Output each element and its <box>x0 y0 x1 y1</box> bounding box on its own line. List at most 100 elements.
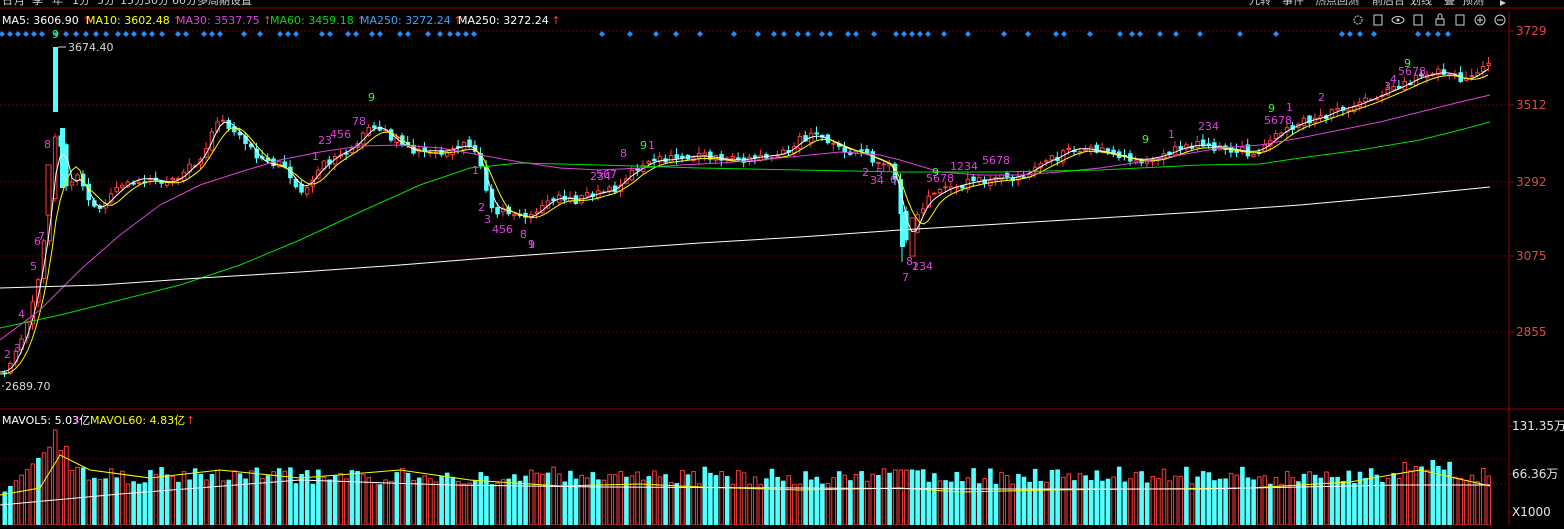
volume-bar <box>97 478 103 526</box>
volume-bar <box>114 477 120 526</box>
candle-body <box>1049 155 1055 161</box>
timeframe-tab[interactable]: 多周期 <box>197 0 230 7</box>
volume-bar <box>444 472 450 526</box>
volume-bar <box>248 470 254 526</box>
volume-bar <box>1240 466 1245 526</box>
toolbar-tool[interactable]: 叠 <box>1444 0 1455 7</box>
low-label: 2689.70 <box>5 380 51 393</box>
volume-bar <box>405 473 411 526</box>
volume-bar <box>1016 473 1021 526</box>
volume-bar <box>579 474 584 526</box>
candle-body <box>1144 161 1150 164</box>
volume-bar <box>534 472 540 526</box>
right-toolbar: 九转 事件 热点回测 前后台 划线 叠预测 <box>1249 0 1506 7</box>
volume-bar <box>562 481 568 526</box>
volume-bar <box>1111 476 1116 526</box>
candle-body <box>226 120 231 129</box>
volume-bar <box>24 469 30 526</box>
volume-bar <box>1413 465 1419 526</box>
volume-bar <box>696 483 702 526</box>
volume-bar <box>1312 474 1318 526</box>
volume-bar <box>47 446 52 526</box>
td-seq-label: 8 <box>620 147 627 160</box>
candle-body <box>859 149 864 152</box>
volume-bar <box>708 472 713 526</box>
volume-bar <box>327 479 332 526</box>
volume-bar <box>752 476 758 526</box>
timeframe-tab[interactable]: 年 <box>52 0 63 7</box>
toolbar-tool[interactable]: 热点回测 <box>1315 0 1359 7</box>
candle-body <box>1083 149 1088 152</box>
candle-body <box>1469 75 1475 78</box>
timeframe-tab[interactable]: 季 <box>32 0 43 7</box>
volume-bar <box>820 483 825 526</box>
volume-bar <box>366 477 372 526</box>
volume-bar <box>663 474 668 526</box>
volume-bar <box>332 475 338 526</box>
candle-body <box>881 163 887 166</box>
volume-bar <box>568 470 573 526</box>
timeframe-tab[interactable]: 5分 <box>97 0 115 7</box>
volume-bar <box>164 474 170 526</box>
volume-bar <box>1380 481 1385 526</box>
td-seq-label: 9 <box>640 139 647 152</box>
volume-bar <box>993 483 999 526</box>
candle-body <box>136 182 142 185</box>
volume-bar <box>1150 475 1156 526</box>
candle-body <box>1273 133 1279 139</box>
candle-body <box>467 139 472 148</box>
ma-legend-item: MA60: 3459.18 <box>270 14 354 27</box>
timeframe-tab[interactable]: 30分 <box>144 0 169 7</box>
volume-bar <box>713 475 719 526</box>
volume-bar <box>551 466 556 526</box>
candle-body <box>1486 62 1491 66</box>
volume-bar <box>36 457 41 526</box>
volume-bar <box>349 470 355 526</box>
ma-legend-item: MA250: 3272.24 <box>360 14 451 27</box>
volume-bar <box>1469 474 1475 526</box>
volume-bar <box>629 475 635 526</box>
timeframe-tab[interactable]: 60分 <box>172 0 197 7</box>
toolbar-tool[interactable]: 前后台 <box>1372 0 1405 7</box>
candle-body <box>495 207 500 215</box>
volume-bar <box>1178 475 1184 526</box>
toolbar-tool[interactable]: 划线 <box>1410 0 1432 7</box>
volume-bar <box>254 467 260 526</box>
candle-body <box>1480 65 1486 73</box>
toolbar-tool[interactable]: 预测 <box>1462 0 1484 7</box>
volume-bar <box>1156 477 1161 526</box>
td-seq-label: 234 <box>1198 120 1219 133</box>
kline-chart[interactable]: 日月季年 1分 5分 15分 30分 60分 多周期 设置 九转 事件 热点回测 前后台 划线叠预测 … <box>0 0 1564 526</box>
timeframe-tab[interactable]: 设置 <box>230 0 252 7</box>
volume-bar <box>484 476 489 526</box>
kline-chart-window[interactable]: 日月季年 1分 5分 15分 30分 60分 多周期 设置 九转 事件 热点回测 前后台 划线叠预测 … <box>0 0 1564 526</box>
td-seq-label: 1 <box>528 238 535 251</box>
td-seq-label: 1 <box>312 150 319 163</box>
timeframe-tab[interactable]: 1分 <box>72 0 90 7</box>
td-seq-label: 2 <box>862 166 869 179</box>
volume-bar <box>932 473 937 526</box>
volume-bar <box>1296 481 1301 526</box>
td-seq-label: 7 <box>38 230 45 243</box>
volume-bar <box>954 471 960 526</box>
candle-body <box>943 186 948 189</box>
toolbar-tool[interactable]: 九转 <box>1249 0 1271 7</box>
timeframe-tab[interactable]: 日 <box>2 0 13 7</box>
timeframe-tab[interactable]: 月 <box>14 0 25 7</box>
volume-bar <box>724 476 730 526</box>
volume-bar <box>388 480 394 526</box>
candle-body <box>831 142 836 145</box>
volume-bar <box>293 483 299 526</box>
volume-bar <box>1228 472 1234 526</box>
volume-bar <box>472 480 478 526</box>
volume-bar <box>1307 471 1312 526</box>
volume-bar <box>125 483 131 526</box>
toolbar-tool[interactable]: 事件 <box>1282 0 1304 7</box>
volume-bar <box>607 474 612 526</box>
timeframe-tab[interactable]: 15分 <box>120 0 145 7</box>
volume-bar <box>1206 472 1212 526</box>
volume-bar <box>13 480 19 526</box>
volume-bar <box>176 481 181 526</box>
candle-body <box>1245 144 1251 157</box>
mavol5-arrow: ↓ <box>72 414 81 427</box>
